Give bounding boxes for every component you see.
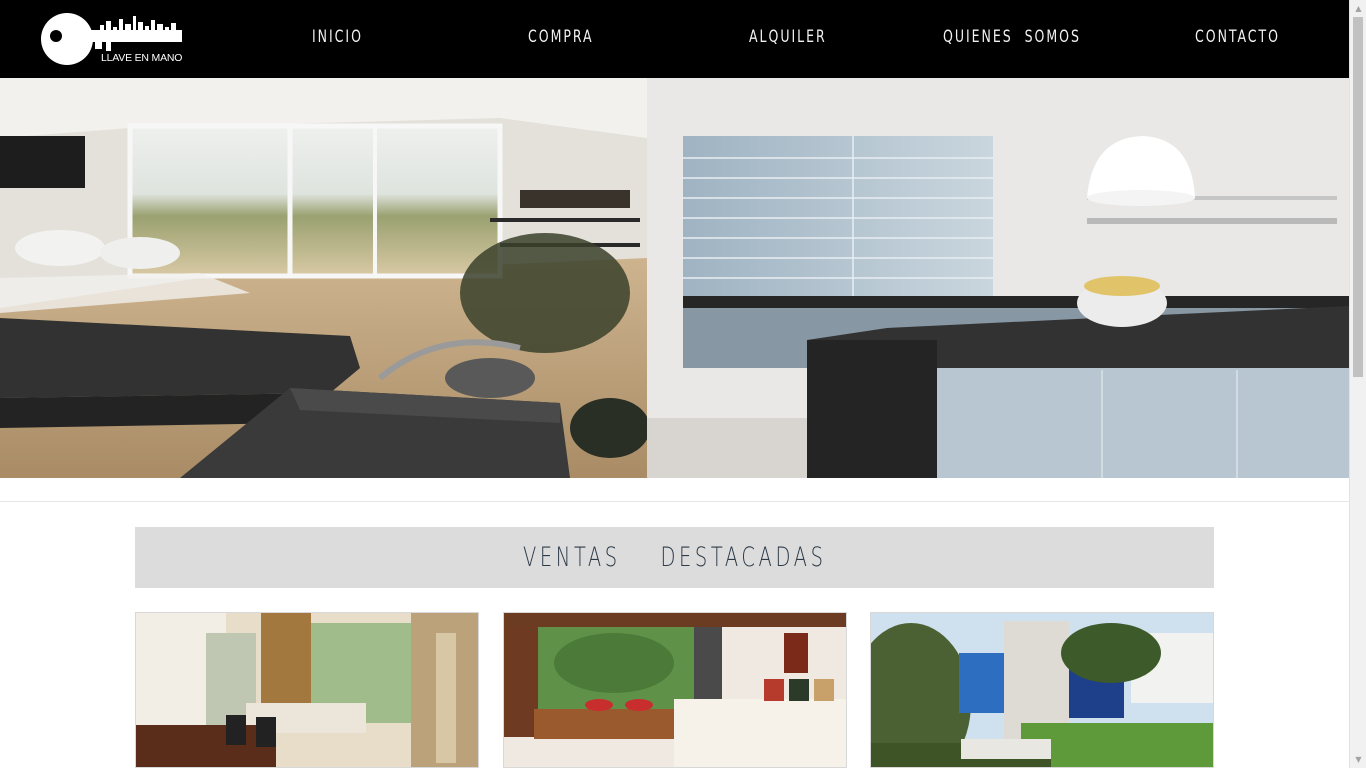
featured-header: VENTAS DESTACADAS <box>135 527 1214 588</box>
section-title: VENTAS DESTACADAS <box>135 527 1214 588</box>
nav-item-quienes-somos[interactable]: QUIENES SOMOS <box>943 27 1081 47</box>
living-room-photo <box>0 78 647 478</box>
nav-item-compra[interactable]: COMPRA <box>528 27 594 47</box>
nav-item-alquiler[interactable]: ALQUILER <box>749 27 827 47</box>
featured-card-2[interactable] <box>503 612 847 768</box>
featured-card-1[interactable] <box>135 612 479 768</box>
scroll-down-icon[interactable]: ▼ <box>1350 751 1366 768</box>
hero-banner <box>0 78 1349 478</box>
logo-text: LLAVE EN MANO <box>101 52 183 64</box>
header-bar: LLAVE EN MANO INICIO COMPRA ALQUILER QUI… <box>0 0 1349 78</box>
scrollbar-thumb[interactable] <box>1353 17 1363 377</box>
nav-item-contacto[interactable]: CONTACTO <box>1195 27 1280 47</box>
kitchen-photo <box>647 78 1349 478</box>
dining-living-photo <box>136 613 478 767</box>
bedroom-photo <box>504 613 846 767</box>
garden-house-photo <box>871 613 1213 767</box>
section-title-text: VENTAS DESTACADAS <box>522 542 827 573</box>
nav-item-inicio[interactable]: INICIO <box>312 27 363 47</box>
hero-divider <box>0 501 1349 502</box>
featured-card-3[interactable] <box>870 612 1214 768</box>
page-scrollbar[interactable]: ▲ ▼ <box>1349 0 1366 768</box>
logo[interactable]: LLAVE EN MANO <box>40 11 185 67</box>
scroll-up-icon[interactable]: ▲ <box>1350 0 1366 17</box>
